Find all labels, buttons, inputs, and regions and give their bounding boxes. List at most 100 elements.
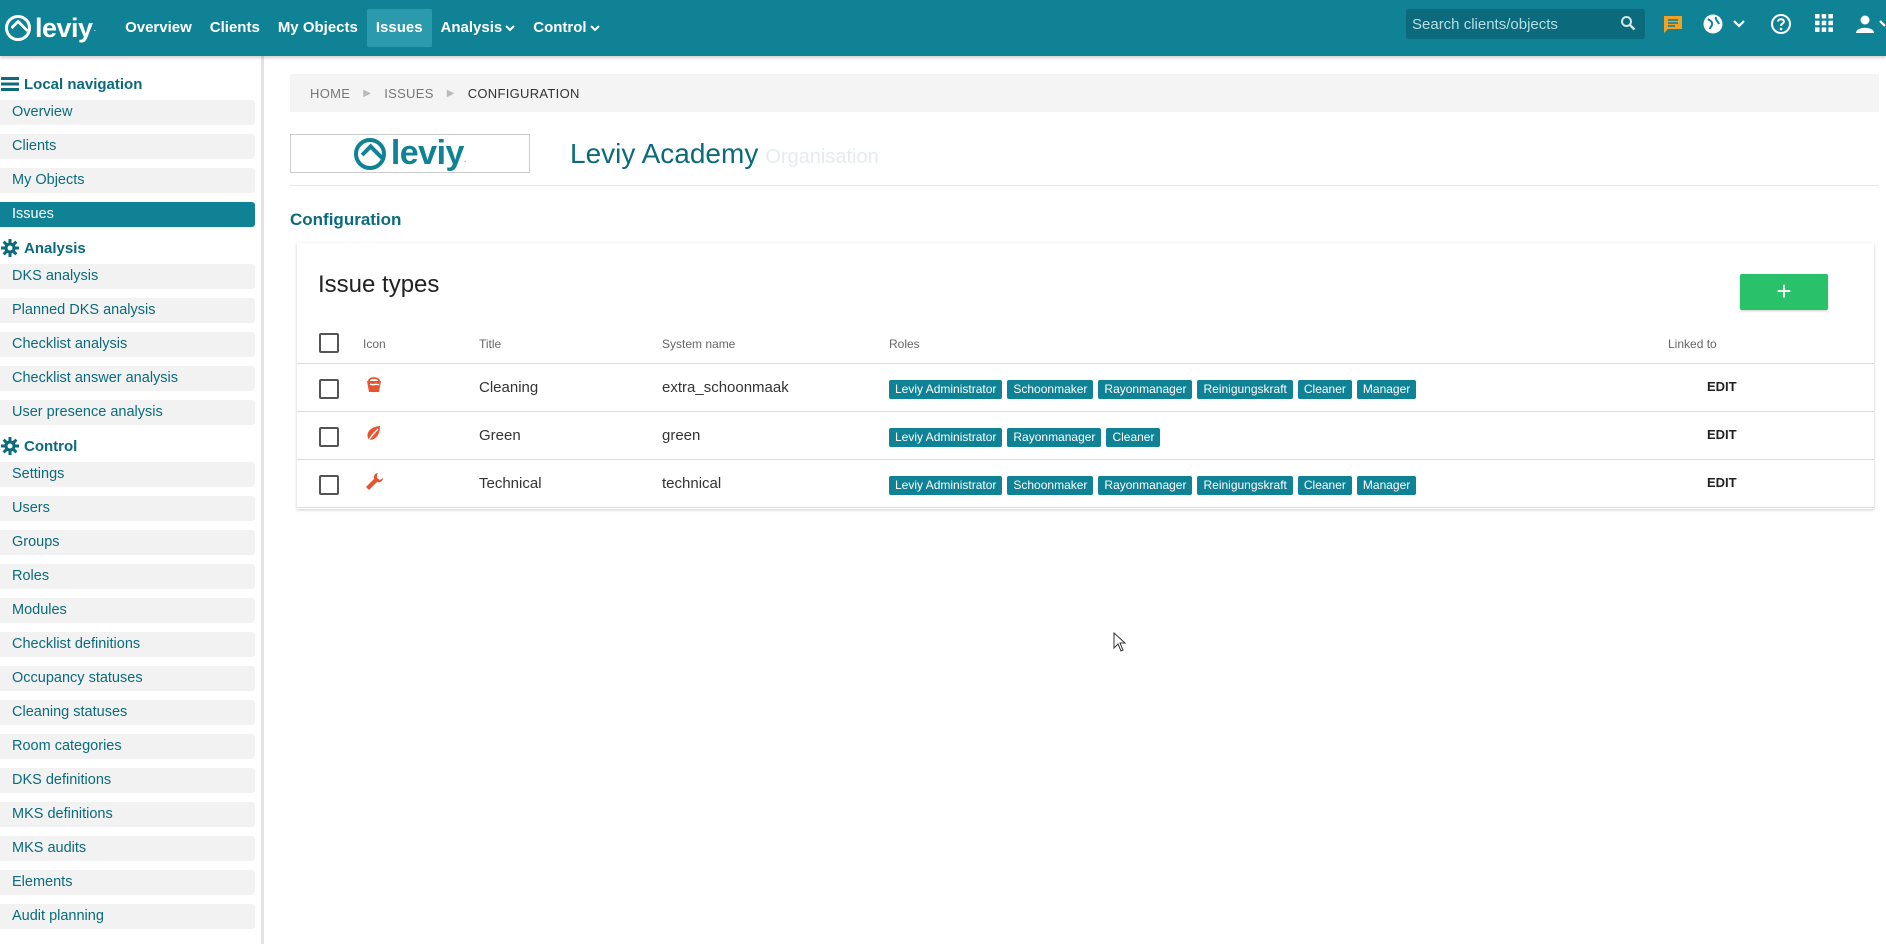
table-row: Technical technical Leviy Administrator … xyxy=(297,460,1874,508)
edit-button[interactable]: EDIT xyxy=(1707,379,1737,394)
sidebar-item-users[interactable]: Users xyxy=(0,496,255,521)
edit-button[interactable]: EDIT xyxy=(1707,427,1737,442)
nav-analysis-label: Analysis xyxy=(440,19,503,36)
sidebar-heading-label: Local navigation xyxy=(24,75,143,93)
role-badge: Manager xyxy=(1356,476,1417,495)
search-input[interactable] xyxy=(1406,15,1606,33)
role-badge: Leviy Administrator xyxy=(889,428,1003,447)
logo-mark-icon xyxy=(353,137,386,170)
column-header-roles: Roles xyxy=(889,337,920,351)
sidebar-item-audit-planning[interactable]: Audit planning xyxy=(0,904,255,929)
edit-button[interactable]: EDIT xyxy=(1707,475,1737,490)
role-badge: Rayonmanager xyxy=(1098,476,1193,495)
nav-overview-label: Overview xyxy=(125,19,192,36)
sidebar-item-room-categories[interactable]: Room categories xyxy=(0,734,255,759)
mouse-cursor-icon xyxy=(1113,632,1127,652)
row-system-name: green xyxy=(662,427,701,444)
nav-clients[interactable]: Clients xyxy=(201,9,269,47)
nav-control[interactable]: Control xyxy=(524,9,608,47)
sidebar-item-mks-definitions[interactable]: MKS definitions xyxy=(0,802,255,827)
breadcrumb: HOME ▶ ISSUES ▶ CONFIGURATION xyxy=(290,74,1879,112)
sidebar-item-user-presence-analysis[interactable]: User presence analysis xyxy=(0,400,255,425)
organisation-subtitle: Organisation xyxy=(765,146,879,168)
sidebar-item-issues[interactable]: Issues xyxy=(0,202,255,227)
row-system-name: technical xyxy=(662,475,722,492)
sidebar-item-elements[interactable]: Elements xyxy=(0,870,255,895)
sidebar-item-dks-definitions[interactable]: DKS definitions xyxy=(0,768,255,793)
select-all-checkbox[interactable] xyxy=(319,333,339,353)
sidebar-item-my-objects[interactable]: My Objects xyxy=(0,168,255,193)
menu-icon xyxy=(1,77,21,91)
sidebar-item-mks-audits[interactable]: MKS audits xyxy=(0,836,255,861)
add-issue-type-button[interactable]: + xyxy=(1740,274,1828,310)
sidebar-item-checklist-answer-analysis[interactable]: Checklist answer analysis xyxy=(0,366,255,391)
gear-icon xyxy=(1,239,21,257)
divider xyxy=(290,185,1879,186)
chat-icon[interactable] xyxy=(1662,14,1684,34)
sidebar-heading-label: Control xyxy=(24,437,78,455)
row-checkbox[interactable] xyxy=(319,427,339,447)
leaf-icon xyxy=(367,426,380,441)
globe-icon[interactable] xyxy=(1702,13,1724,35)
breadcrumb-separator-icon: ▶ xyxy=(363,87,372,99)
row-title: Technical xyxy=(479,475,542,492)
sidebar-item-dks-analysis[interactable]: DKS analysis xyxy=(0,264,255,289)
sidebar-heading-control: Control xyxy=(0,434,261,458)
chevron-down-icon[interactable] xyxy=(1733,19,1745,28)
row-checkbox[interactable] xyxy=(319,475,339,495)
row-roles: Leviy Administrator Rayonmanager Cleaner xyxy=(889,428,1165,447)
search-icon[interactable] xyxy=(1620,15,1636,31)
breadcrumb-home[interactable]: HOME xyxy=(310,86,350,101)
help-icon[interactable] xyxy=(1770,13,1792,35)
role-badge: Rayonmanager xyxy=(1007,428,1102,447)
sidebar-item-planned-dks-analysis[interactable]: Planned DKS analysis xyxy=(0,298,255,323)
row-title: Green xyxy=(479,427,521,444)
sidebar-item-overview[interactable]: Overview xyxy=(0,100,255,125)
nav-my-objects[interactable]: My Objects xyxy=(269,9,367,47)
role-badge: Reinigungskraft xyxy=(1197,380,1293,399)
issue-types-card: Issue types + Icon Title System name Rol… xyxy=(297,243,1874,509)
sidebar-item-clients[interactable]: Clients xyxy=(0,134,255,159)
search-box xyxy=(1406,9,1645,39)
organisation-logo-dot: . xyxy=(463,155,467,164)
role-badge: Cleaner xyxy=(1297,380,1352,399)
sidebar-item-modules[interactable]: Modules xyxy=(0,598,255,623)
sidebar-item-cleaning-statuses[interactable]: Cleaning statuses xyxy=(0,700,255,725)
nav-issues-label: Issues xyxy=(375,19,423,36)
user-icon[interactable] xyxy=(1855,14,1875,34)
chevron-down-icon[interactable] xyxy=(1879,19,1886,28)
logo-dot: . xyxy=(93,22,97,33)
nav-issues[interactable]: Issues xyxy=(366,9,432,47)
column-header-system-name[interactable]: System name xyxy=(662,337,735,351)
sidebar-item-groups[interactable]: Groups xyxy=(0,530,255,555)
organisation-logo: leviy . xyxy=(290,134,530,173)
sidebar-item-checklist-analysis[interactable]: Checklist analysis xyxy=(0,332,255,357)
column-header-title[interactable]: Title xyxy=(479,337,501,351)
row-system-name: extra_schoonmaak xyxy=(662,379,789,396)
nav-analysis[interactable]: Analysis xyxy=(432,9,525,47)
column-header-linked-to: Linked to xyxy=(1668,337,1717,351)
sidebar-item-settings[interactable]: Settings xyxy=(0,462,255,487)
card-title: Issue types xyxy=(318,271,440,298)
page-title: Configuration xyxy=(290,210,402,229)
table-row: Cleaning extra_schoonmaak Leviy Administ… xyxy=(297,364,1874,412)
logo-text: leviy xyxy=(35,12,93,43)
nav-control-label: Control xyxy=(533,19,587,36)
apps-grid-icon[interactable] xyxy=(1815,14,1833,32)
role-badge: Cleaner xyxy=(1297,476,1352,495)
local-navigation-sidebar: Local navigation Overview Clients My Obj… xyxy=(0,56,264,944)
sidebar-item-checklist-definitions[interactable]: Checklist definitions xyxy=(0,632,255,657)
row-title: Cleaning xyxy=(479,379,539,396)
leviy-logo[interactable]: leviy . xyxy=(5,13,96,44)
row-checkbox[interactable] xyxy=(319,379,339,399)
nav-overview[interactable]: Overview xyxy=(116,9,201,47)
sidebar-item-roles[interactable]: Roles xyxy=(0,564,255,589)
role-badge: Schoonmaker xyxy=(1007,476,1094,495)
bucket-icon xyxy=(367,377,381,392)
column-header-icon: Icon xyxy=(363,337,386,351)
sidebar-item-occupancy-statuses[interactable]: Occupancy statuses xyxy=(0,666,255,691)
nav-my-objects-label: My Objects xyxy=(277,19,358,36)
chevron-down-icon xyxy=(589,25,600,32)
wrench-icon xyxy=(366,473,383,490)
breadcrumb-issues[interactable]: ISSUES xyxy=(384,86,433,101)
